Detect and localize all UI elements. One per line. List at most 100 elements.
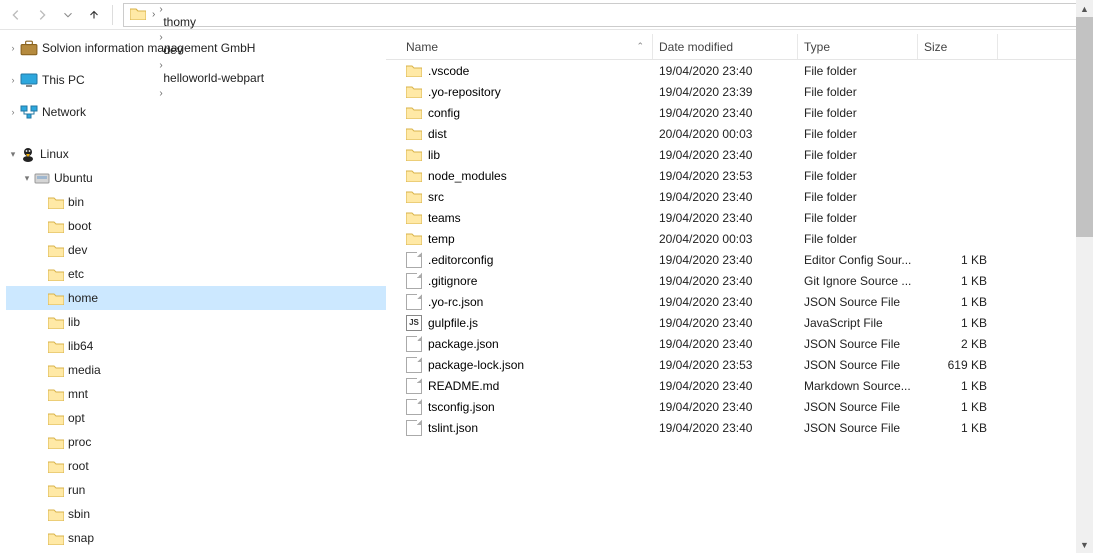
file-type: File folder xyxy=(804,148,857,162)
file-row[interactable]: README.md19/04/2020 23:40Markdown Source… xyxy=(386,375,1093,396)
file-date: 19/04/2020 23:53 xyxy=(659,358,752,372)
tree-item-proc[interactable]: proc xyxy=(6,430,386,454)
file-row[interactable]: lib19/04/2020 23:40File folder xyxy=(386,144,1093,165)
tree-item-dev[interactable]: dev xyxy=(6,238,386,262)
file-row[interactable]: node_modules19/04/2020 23:53File folder xyxy=(386,165,1093,186)
file-name: tsconfig.json xyxy=(428,400,495,414)
file-row[interactable]: config19/04/2020 23:40File folder xyxy=(386,102,1093,123)
folder-icon xyxy=(48,436,64,449)
tree-item-run[interactable]: run xyxy=(6,478,386,502)
expand-icon[interactable]: › xyxy=(6,75,20,85)
tree-item-home[interactable]: home xyxy=(6,286,386,310)
tree-item-media[interactable]: media xyxy=(6,358,386,382)
expand-icon[interactable]: › xyxy=(6,43,20,53)
file-row[interactable]: dist20/04/2020 00:03File folder xyxy=(386,123,1093,144)
file-row[interactable]: src19/04/2020 23:40File folder xyxy=(386,186,1093,207)
tree-item-snap[interactable]: snap xyxy=(6,526,386,550)
file-date: 19/04/2020 23:40 xyxy=(659,211,752,225)
folder-icon xyxy=(48,388,64,401)
file-row[interactable]: .editorconfig19/04/2020 23:40Editor Conf… xyxy=(386,249,1093,270)
file-row[interactable]: tsconfig.json19/04/2020 23:40JSON Source… xyxy=(386,396,1093,417)
recent-locations-dropdown[interactable] xyxy=(56,3,80,27)
back-button[interactable] xyxy=(4,3,28,27)
tree-item-lib64[interactable]: lib64 xyxy=(6,334,386,358)
tree-item-label: run xyxy=(64,483,85,497)
tree-item-label: lib xyxy=(64,315,80,329)
file-type: JSON Source File xyxy=(804,358,900,372)
expand-icon[interactable]: ▾ xyxy=(20,173,34,184)
address-bar[interactable]: › Linux›Ubuntu›home›thomy›dev›helloworld… xyxy=(123,3,1089,27)
file-row[interactable]: package.json19/04/2020 23:40JSON Source … xyxy=(386,333,1093,354)
breadcrumb-segment[interactable]: thomy xyxy=(157,15,270,29)
file-icon xyxy=(406,336,422,352)
file-name: .vscode xyxy=(428,64,469,78)
file-icon xyxy=(406,294,422,310)
tree-item-label: Solvion information management GmbH xyxy=(38,41,255,55)
file-row[interactable]: .yo-repository19/04/2020 23:39File folde… xyxy=(386,81,1093,102)
file-size: 619 KB xyxy=(948,358,987,372)
tree-item-bin[interactable]: bin xyxy=(6,190,386,214)
file-row[interactable]: JSgulpfile.js19/04/2020 23:40JavaScript … xyxy=(386,312,1093,333)
tree-item-etc[interactable]: etc xyxy=(6,262,386,286)
forward-button[interactable] xyxy=(30,3,54,27)
file-date: 20/04/2020 00:03 xyxy=(659,127,752,141)
file-size: 2 KB xyxy=(961,337,987,351)
file-row[interactable]: package-lock.json19/04/2020 23:53JSON So… xyxy=(386,354,1093,375)
breadcrumb-segment[interactable]: home xyxy=(157,0,270,1)
folder-icon xyxy=(130,7,146,23)
tree-item[interactable]: › Solvion information management GmbH xyxy=(6,36,386,60)
file-row[interactable]: tslint.json19/04/2020 23:40JSON Source F… xyxy=(386,417,1093,438)
chevron-right-icon[interactable]: › xyxy=(157,4,164,15)
up-button[interactable] xyxy=(82,3,106,27)
tree-item[interactable]: ›This PC xyxy=(6,68,386,92)
file-size: 1 KB xyxy=(961,316,987,330)
header-label: Name xyxy=(406,40,438,54)
column-header-date[interactable]: Date modified xyxy=(653,34,798,59)
file-icon xyxy=(406,420,422,436)
file-icon xyxy=(406,357,422,373)
expand-icon[interactable]: ▾ xyxy=(6,149,20,160)
file-size: 1 KB xyxy=(961,421,987,435)
column-header-type[interactable]: Type xyxy=(798,34,918,59)
file-icon xyxy=(406,252,422,268)
file-type: File folder xyxy=(804,106,857,120)
expand-icon[interactable]: › xyxy=(6,107,20,117)
tree-item[interactable]: ›Network xyxy=(6,100,386,124)
tree-item-lib[interactable]: lib xyxy=(6,310,386,334)
tree-item-ubuntu[interactable]: ▾ Ubuntu xyxy=(6,166,386,190)
file-date: 19/04/2020 23:40 xyxy=(659,190,752,204)
column-header-name[interactable]: Name ⌃ xyxy=(400,34,653,59)
file-icon xyxy=(406,273,422,289)
tree-item-linux[interactable]: ▾ Linux xyxy=(6,142,386,166)
file-type: File folder xyxy=(804,85,857,99)
folder-icon xyxy=(48,292,64,305)
folder-icon xyxy=(406,106,422,119)
sort-indicator-icon: ⌃ xyxy=(636,41,644,52)
tree-item-label: root xyxy=(64,459,89,473)
folder-icon xyxy=(406,232,422,245)
column-header-size[interactable]: Size xyxy=(918,34,998,59)
tree-item-boot[interactable]: boot xyxy=(6,214,386,238)
tree-item-opt[interactable]: opt xyxy=(6,406,386,430)
file-row[interactable]: .gitignore19/04/2020 23:40Git Ignore Sou… xyxy=(386,270,1093,291)
file-type: File folder xyxy=(804,64,857,78)
briefcase-icon xyxy=(20,40,38,56)
file-date: 19/04/2020 23:40 xyxy=(659,106,752,120)
file-name: tslint.json xyxy=(428,421,478,435)
tree-item-root[interactable]: root xyxy=(6,454,386,478)
file-row[interactable]: .vscode19/04/2020 23:40File folder xyxy=(386,60,1093,81)
file-row[interactable]: temp20/04/2020 00:03File folder xyxy=(386,228,1093,249)
file-name: README.md xyxy=(428,379,499,393)
navigation-tree: › Solvion information management GmbH ›Thi… xyxy=(0,30,386,553)
tree-item-label: proc xyxy=(64,435,91,449)
file-name: temp xyxy=(428,232,455,246)
file-name: dist xyxy=(428,127,447,141)
file-date: 19/04/2020 23:40 xyxy=(659,400,752,414)
file-name: .yo-repository xyxy=(428,85,501,99)
file-row[interactable]: teams19/04/2020 23:40File folder xyxy=(386,207,1093,228)
disk-icon xyxy=(34,171,50,185)
file-row[interactable]: .yo-rc.json19/04/2020 23:40JSON Source F… xyxy=(386,291,1093,312)
tree-item-mnt[interactable]: mnt xyxy=(6,382,386,406)
tree-item-sbin[interactable]: sbin xyxy=(6,502,386,526)
chevron-right-icon[interactable]: › xyxy=(150,9,157,20)
